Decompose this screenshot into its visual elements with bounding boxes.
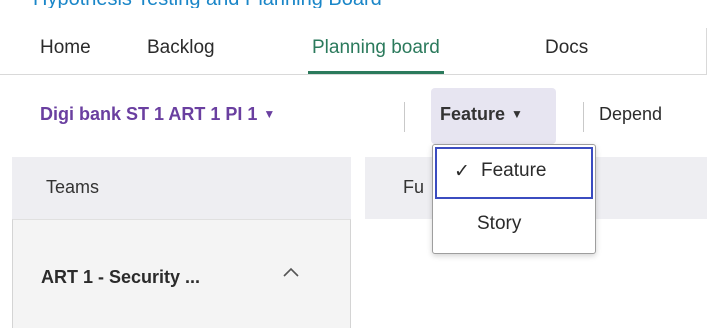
features-header-label: Fu <box>403 177 425 197</box>
team-name: ART 1 - Security ... <box>41 267 201 287</box>
type-dropdown-menu: ✓ Feature Story <box>432 144 596 254</box>
dependencies-button[interactable]: Depend <box>599 104 662 125</box>
type-select-button[interactable]: Feature ▼ <box>431 88 556 144</box>
toolbar-divider <box>404 102 405 132</box>
tab-planning-board[interactable]: Planning board <box>308 28 444 74</box>
teams-header-label: Teams <box>46 177 100 197</box>
dropdown-option-story[interactable]: Story <box>435 201 593 253</box>
pi-select[interactable]: Digi bank ST 1 ART 1 PI 1 ▼ <box>40 104 275 125</box>
chevron-up-icon[interactable] <box>279 261 303 285</box>
pi-select-label: Digi bank ST 1 ART 1 PI 1 <box>40 104 258 124</box>
team-row[interactable]: ART 1 - Security ... <box>12 219 351 328</box>
teams-column-header: Teams <box>12 157 351 219</box>
tab-backlog[interactable]: Backlog <box>147 28 215 74</box>
caret-down-icon: ▼ <box>511 107 523 121</box>
dropdown-option-label: Feature <box>481 160 547 181</box>
page-heading: Hypothesis Testing and Planning Board <box>0 0 707 8</box>
dropdown-option-feature[interactable]: ✓ Feature <box>435 147 593 199</box>
tab-home[interactable]: Home <box>40 28 91 74</box>
caret-down-icon: ▼ <box>263 107 276 121</box>
page-heading-text: Hypothesis Testing and Planning Board <box>33 0 382 8</box>
top-nav: Home Backlog Planning board Docs <box>0 28 707 75</box>
dropdown-option-label: Story <box>477 213 522 234</box>
check-icon: ✓ <box>454 161 470 182</box>
type-select-label: Feature <box>440 104 506 124</box>
tab-docs[interactable]: Docs <box>545 28 588 74</box>
toolbar: Digi bank ST 1 ART 1 PI 1 ▼ Feature ▼ Depe… <box>0 88 707 144</box>
toolbar-divider <box>583 102 584 132</box>
